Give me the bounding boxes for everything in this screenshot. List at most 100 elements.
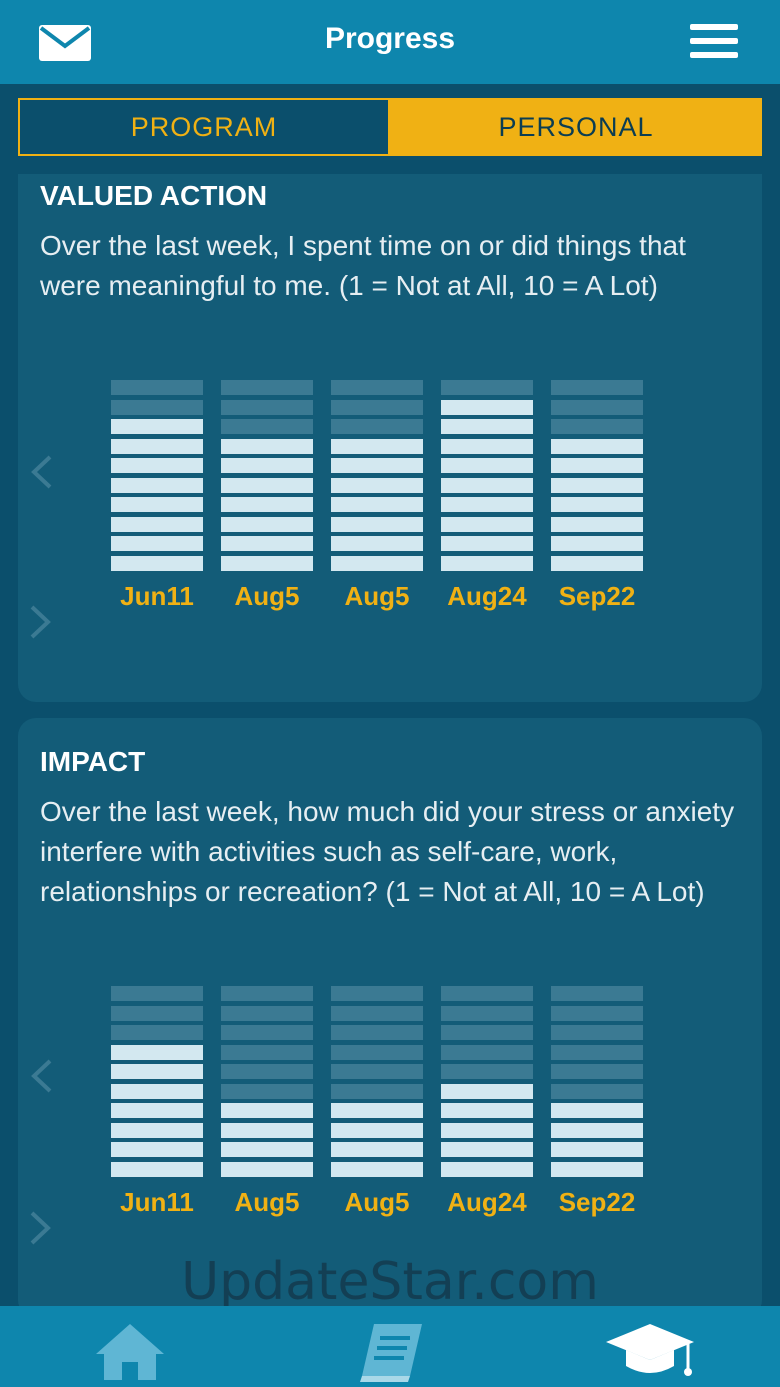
card-title: VALUED ACTION (40, 180, 268, 211)
bar (551, 986, 643, 1177)
bar-segment (111, 555, 203, 571)
bar-segment (331, 419, 423, 434)
tick-label: Aug5 (344, 1186, 410, 1217)
tick-label: Aug5 (234, 1186, 300, 1217)
impact-card: IMPACT Over the last week, how much did … (18, 718, 762, 1318)
bar-segment (551, 1142, 643, 1157)
bar-segment (551, 1005, 643, 1021)
bar-segment (111, 1083, 203, 1099)
impact-chart: Jun11 Aug5 Aug5 Aug24 Sep22 (111, 986, 651, 1217)
bar-segment (221, 477, 313, 493)
bar-segment (221, 555, 313, 571)
bar-segment (441, 497, 533, 512)
bar-segment (331, 399, 423, 415)
bar-segment (441, 516, 533, 532)
book-icon[interactable] (356, 1320, 426, 1384)
bar-segment (551, 458, 643, 473)
bar-segment (221, 1103, 313, 1118)
bar-segment (221, 1142, 313, 1157)
bar-segment (551, 1161, 643, 1177)
bar-segment (551, 1064, 643, 1079)
bar-segment (441, 1005, 533, 1021)
bar-segment (441, 555, 533, 571)
bar-segment (331, 986, 423, 1001)
page-title: Progress (324, 22, 456, 55)
bar-segment (331, 1122, 423, 1138)
bar-segment (441, 986, 533, 1001)
bar-segment (551, 1025, 643, 1040)
tick-label: Jun11 (120, 1186, 194, 1217)
tab-personal[interactable]: PERSONAL (390, 98, 762, 156)
tick-label: Aug24 (447, 580, 527, 611)
bar-segment (221, 380, 313, 395)
bar-segment (331, 555, 423, 571)
card-title: IMPACT (40, 746, 146, 777)
tick-label: Aug5 (344, 580, 410, 611)
bar (331, 380, 423, 571)
bar-segment (221, 419, 313, 434)
bar-segment (331, 380, 423, 395)
bar-segment (221, 1005, 313, 1021)
bar-segment (221, 438, 313, 454)
bar-segment (551, 1122, 643, 1138)
bar (111, 380, 203, 571)
chevron-right-icon[interactable] (28, 604, 54, 640)
bar-segment (331, 458, 423, 473)
bar-segment (441, 1044, 533, 1060)
bar-segment (111, 536, 203, 551)
bar-segment (441, 1025, 533, 1040)
top-app-bar: Progress (0, 0, 780, 84)
bar-segment (551, 1083, 643, 1099)
bar-segment (331, 1161, 423, 1177)
bar-segment (551, 477, 643, 493)
bar (221, 986, 313, 1177)
chevron-right-icon[interactable] (28, 1210, 54, 1246)
bar-segment (441, 477, 533, 493)
tab-program[interactable]: PROGRAM (18, 98, 390, 156)
chevron-left-icon[interactable] (28, 1058, 54, 1094)
bar-segment (111, 458, 203, 473)
bar-segment (111, 419, 203, 434)
bar-segment (221, 399, 313, 415)
bar-segment (111, 1161, 203, 1177)
bar-segment (221, 1025, 313, 1040)
bar-segment (551, 516, 643, 532)
bar-segment (551, 1103, 643, 1118)
bar-segment (221, 1122, 313, 1138)
tick-label: Sep22 (558, 1186, 636, 1217)
bar-segment (221, 458, 313, 473)
bar-segment (331, 1083, 423, 1099)
bar-segment (441, 1064, 533, 1079)
bar-segment (441, 438, 533, 454)
bar-segment (111, 380, 203, 395)
bar (441, 986, 533, 1177)
chevron-left-icon[interactable] (28, 454, 54, 490)
bar-segment (441, 536, 533, 551)
bar-segment (441, 1142, 533, 1157)
graduation-cap-icon[interactable] (604, 1320, 696, 1384)
bar (441, 380, 533, 571)
bar-segment (331, 1103, 423, 1118)
bar (111, 986, 203, 1177)
bar-segment (221, 1044, 313, 1060)
home-icon[interactable] (94, 1322, 166, 1382)
bar-segment (441, 1122, 533, 1138)
bar-segment (111, 497, 203, 512)
bar-segment (331, 497, 423, 512)
bar-segment (221, 1064, 313, 1079)
valued-action-card: VALUED ACTION Over the last week, I spen… (18, 174, 762, 702)
bar-segment (551, 555, 643, 571)
bar-segment (331, 1044, 423, 1060)
bar-segment (111, 1044, 203, 1060)
bar-segment (111, 1142, 203, 1157)
bar-segment (331, 438, 423, 454)
menu-icon[interactable] (690, 22, 738, 60)
card-description: Over the last week, how much did your st… (40, 796, 735, 907)
tick-label: Aug24 (447, 1186, 527, 1217)
bar-segment (111, 1103, 203, 1118)
bar-segment (111, 399, 203, 415)
bar-segment (551, 536, 643, 551)
card-description: Over the last week, I spent time on or d… (40, 230, 686, 301)
bar-segment (551, 419, 643, 434)
tick-label: Sep22 (558, 580, 636, 611)
